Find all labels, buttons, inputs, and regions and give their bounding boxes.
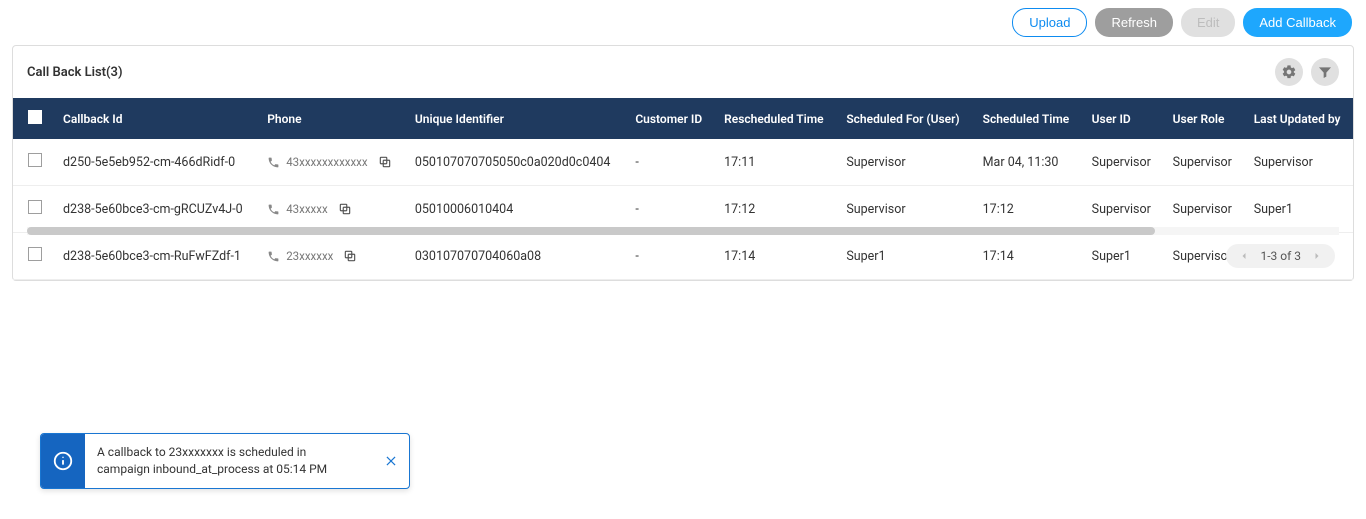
panel-title: Call Back List(3) <box>27 65 123 80</box>
phone-number: 43xxxxx <box>286 202 327 216</box>
col-phone[interactable]: Phone <box>257 98 405 139</box>
copy-icon[interactable] <box>338 202 352 216</box>
cell-scheduled-time: Mar 04, 11:30 <box>973 139 1082 186</box>
col-last-updated-by[interactable]: Last Updated by <box>1244 98 1353 139</box>
phone-number: 23xxxxxx <box>286 249 333 263</box>
phone-icon <box>267 203 280 216</box>
prev-page-button[interactable] <box>1238 250 1250 262</box>
copy-icon[interactable] <box>343 249 357 263</box>
cell-phone: 23xxxxxx <box>257 233 405 280</box>
phone-number: 43xxxxxxxxxxxx <box>286 155 367 169</box>
select-all-checkbox[interactable] <box>28 110 42 124</box>
cell-user-id: Super1 <box>1082 233 1163 280</box>
cell-scheduled-for: Supervisor <box>836 139 972 186</box>
copy-icon[interactable] <box>378 155 392 169</box>
phone-icon <box>267 156 280 169</box>
cell-unique-identifier: 050107070705050c0a020d0c0404 <box>405 139 625 186</box>
toolbar: Upload Refresh Edit Add Callback <box>0 0 1366 45</box>
cell-customer-id: - <box>625 233 714 280</box>
upload-button[interactable]: Upload <box>1012 8 1087 37</box>
filter-icon <box>1317 64 1333 80</box>
table-row[interactable]: d250-5e5eb952-cm-466dRidf-0 43xxxxxxxxxxx… <box>13 139 1353 186</box>
toast-message: A callback to 23xxxxxxx is scheduled in … <box>85 434 373 488</box>
add-callback-button[interactable]: Add Callback <box>1243 8 1352 37</box>
next-page-button[interactable] <box>1311 250 1323 262</box>
chevron-left-icon <box>1238 250 1250 262</box>
settings-button[interactable] <box>1275 58 1303 86</box>
cell-last-updated-by: Supervisor <box>1244 139 1353 186</box>
toast-close-button[interactable] <box>373 434 409 488</box>
phone-icon <box>267 250 280 263</box>
cell-unique-identifier: 030107070704060a08 <box>405 233 625 280</box>
row-checkbox[interactable] <box>28 247 42 261</box>
chevron-right-icon <box>1311 250 1323 262</box>
row-checkbox[interactable] <box>28 153 42 167</box>
cell-scheduled-for: Super1 <box>836 233 972 280</box>
col-scheduled-for[interactable]: Scheduled For (User) <box>836 98 972 139</box>
horizontal-scrollbar[interactable] <box>27 226 1339 236</box>
table-header-row: Callback Id Phone Unique Identifier Cust… <box>13 98 1353 139</box>
cell-rescheduled-time: 17:14 <box>714 233 836 280</box>
cell-user-role: Supervisor <box>1163 139 1244 186</box>
col-user-id[interactable]: User ID <box>1082 98 1163 139</box>
callback-list-panel: Call Back List(3) Callback Id Phone Uniq… <box>12 45 1354 281</box>
col-rescheduled-time[interactable]: Rescheduled Time <box>714 98 836 139</box>
table-row[interactable]: d238-5e60bce3-cm-RuFwFZdf-1 23xxxxxx 03010… <box>13 233 1353 280</box>
filter-button[interactable] <box>1311 58 1339 86</box>
cell-scheduled-time: 17:14 <box>973 233 1082 280</box>
cell-user-id: Supervisor <box>1082 139 1163 186</box>
toast-notification: A callback to 23xxxxxxx is scheduled in … <box>40 433 410 489</box>
close-icon <box>384 454 398 468</box>
col-callback-id[interactable]: Callback Id <box>53 98 257 139</box>
col-unique-identifier[interactable]: Unique Identifier <box>405 98 625 139</box>
cell-customer-id: - <box>625 139 714 186</box>
info-icon <box>52 450 74 472</box>
toast-info-icon-wrap <box>41 434 85 488</box>
cell-phone: 43xxxxxxxxxxxx <box>257 139 405 186</box>
cell-callback-id: d250-5e5eb952-cm-466dRidf-0 <box>53 139 257 186</box>
gear-icon <box>1281 64 1297 80</box>
col-scheduled-time[interactable]: Scheduled Time <box>973 98 1082 139</box>
cell-rescheduled-time: 17:11 <box>714 139 836 186</box>
edit-button: Edit <box>1181 8 1235 37</box>
col-user-role[interactable]: User Role <box>1163 98 1244 139</box>
callback-table: Callback Id Phone Unique Identifier Cust… <box>13 98 1353 280</box>
pagination-label: 1-3 of 3 <box>1260 249 1301 263</box>
refresh-button[interactable]: Refresh <box>1095 8 1173 37</box>
col-customer-id[interactable]: Customer ID <box>625 98 714 139</box>
row-checkbox[interactable] <box>28 200 42 214</box>
cell-callback-id: d238-5e60bce3-cm-RuFwFZdf-1 <box>53 233 257 280</box>
pagination: 1-3 of 3 <box>1226 244 1335 268</box>
